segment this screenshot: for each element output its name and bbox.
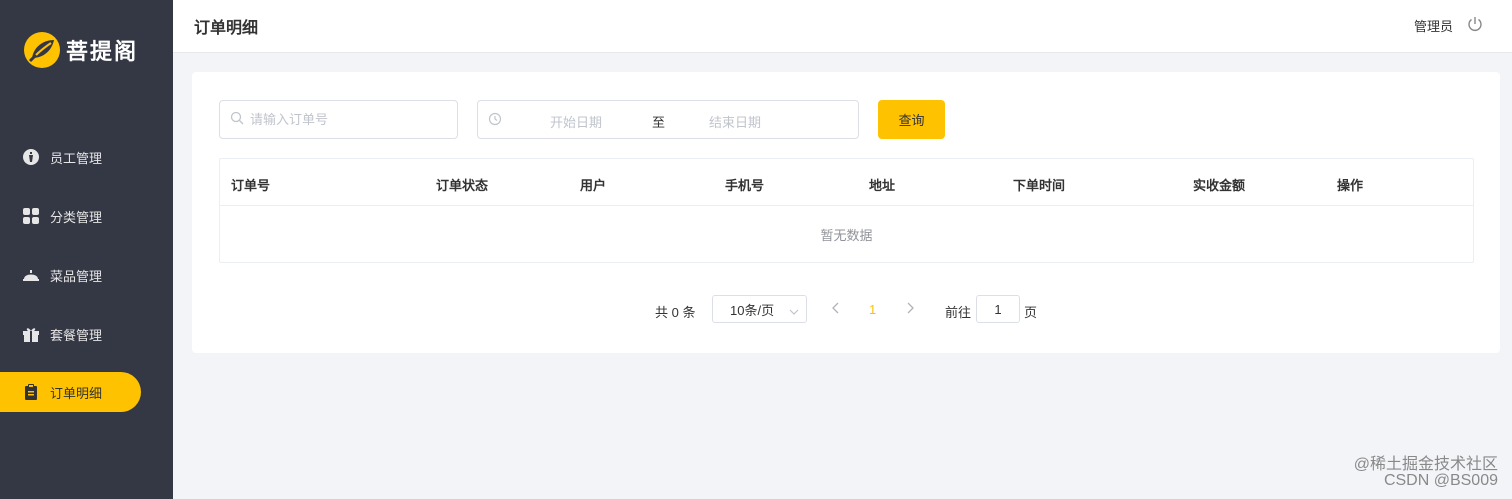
sidebar: 菩提阁 员工管理 分类管理 菜品管理 套餐管理 订单明细	[0, 0, 173, 499]
order-number-input[interactable]	[250, 112, 450, 127]
total-count: 共 0 条	[655, 305, 696, 320]
end-date-input[interactable]: 结束日期	[709, 112, 761, 131]
goto-label: 前往	[945, 305, 972, 320]
chevron-down-icon	[789, 305, 799, 320]
order-search-field[interactable]	[219, 100, 458, 139]
sidebar-item-category[interactable]: 分类管理	[0, 196, 141, 236]
sidebar-item-dish[interactable]: 菜品管理	[0, 255, 141, 295]
sidebar-item-setmeal[interactable]: 套餐管理	[0, 314, 141, 354]
user-name[interactable]: 管理员	[1414, 16, 1453, 35]
column-header: 下单时间	[1013, 178, 1066, 193]
power-icon[interactable]	[1466, 15, 1484, 33]
date-range-picker[interactable]: 开始日期 至 结束日期	[477, 100, 859, 139]
search-icon	[230, 111, 244, 128]
column-header: 实收金额	[1193, 178, 1246, 193]
column-header: 地址	[869, 178, 896, 193]
chevron-right-icon[interactable]	[904, 301, 916, 318]
brand-name: 菩提阁	[66, 40, 139, 65]
watermark-line: @稀土掘金技术社区	[1353, 456, 1498, 473]
gift-package-icon	[22, 325, 40, 343]
column-header: 手机号	[725, 178, 765, 193]
sidebar-item-label: 菜品管理	[50, 268, 103, 284]
chevron-left-icon[interactable]	[830, 301, 842, 318]
pagination: 共 0 条 10条/页 1 前往 页	[192, 295, 1500, 323]
sidebar-item-label: 员工管理	[50, 150, 103, 166]
clock-icon	[488, 112, 502, 129]
sidebar-item-label: 分类管理	[50, 209, 103, 225]
brand-logo: 菩提阁	[24, 31, 138, 69]
query-button[interactable]: 查询	[878, 100, 945, 139]
goto-page-input[interactable]	[976, 295, 1020, 323]
category-grid-icon	[22, 207, 40, 225]
watermark-line: CSDN @BS009	[1383, 472, 1498, 489]
sidebar-item-employee[interactable]: 员工管理	[0, 137, 141, 177]
clipboard-icon	[22, 383, 40, 401]
page-title: 订单明细	[194, 20, 259, 37]
page-number-current[interactable]: 1	[869, 302, 876, 317]
column-header: 订单号	[231, 178, 271, 193]
column-header: 用户	[580, 178, 607, 193]
orders-card: 开始日期 至 结束日期 查询 订单号 订单状态 用户 手机号 地址 下单时间 实…	[192, 72, 1500, 353]
table-header: 订单号 订单状态 用户 手机号 地址 下单时间 实收金额 操作	[220, 159, 1473, 206]
employee-icon	[22, 148, 40, 166]
page-suffix: 页	[1024, 305, 1038, 320]
sidebar-item-label: 套餐管理	[50, 327, 103, 343]
column-header: 订单状态	[436, 178, 489, 193]
start-date-input[interactable]: 开始日期	[550, 112, 602, 131]
bodhi-leaf-logo-icon	[24, 32, 60, 68]
date-range-separator: 至	[652, 115, 666, 130]
sidebar-item-orders[interactable]: 订单明细	[0, 372, 141, 412]
top-header: 订单明细 管理员	[173, 0, 1512, 53]
watermark: @稀土掘金技术社区 CSDN @BS009	[1354, 457, 1498, 489]
sidebar-item-label: 订单明细	[50, 385, 103, 401]
empty-state-text: 暂无数据	[820, 228, 873, 243]
orders-table: 订单号 订单状态 用户 手机号 地址 下单时间 实收金额 操作 暂无数据	[219, 158, 1474, 263]
column-header: 操作	[1337, 178, 1364, 193]
dish-cloche-icon	[22, 266, 40, 284]
page-size-select[interactable]: 10条/页	[712, 295, 807, 323]
page-size-value: 10条/页	[730, 302, 775, 318]
